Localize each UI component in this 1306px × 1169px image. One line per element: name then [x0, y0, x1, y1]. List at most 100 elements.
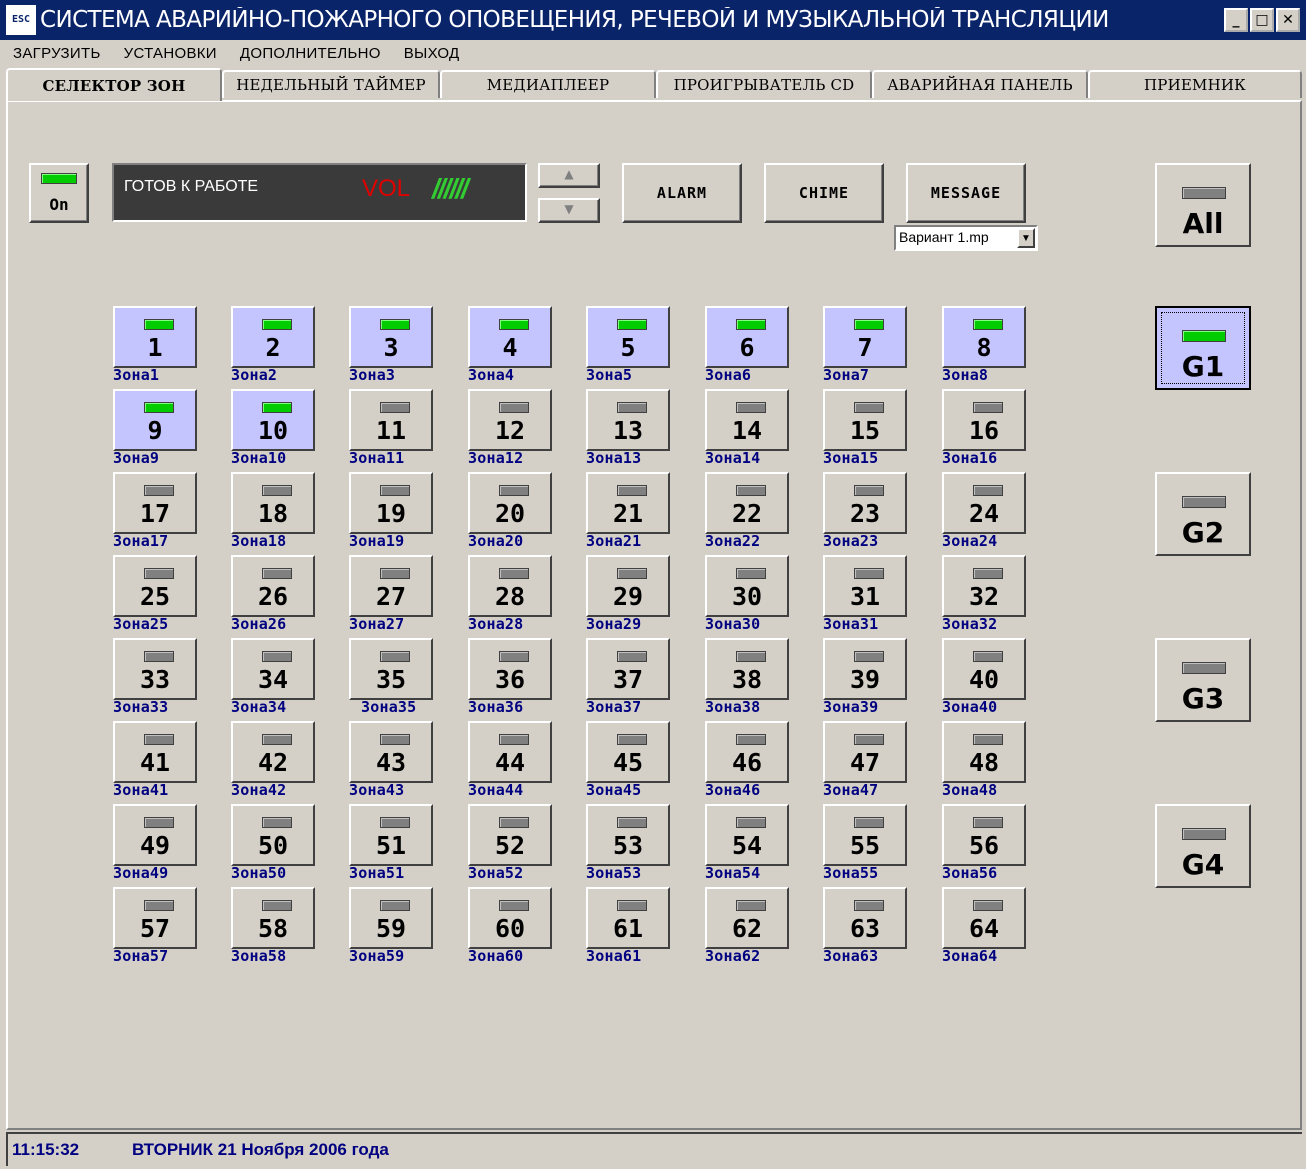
- tab-emergency-panel[interactable]: АВАРИЙНАЯ ПАНЕЛЬ: [872, 70, 1088, 98]
- zone-button[interactable]: 15: [823, 389, 907, 451]
- title-bar[interactable]: ESC СИСТЕМА АВАРИЙНО-ПОЖАРНОГО ОПОВЕЩЕНИ…: [0, 0, 1306, 40]
- zone-button[interactable]: 50: [231, 804, 315, 866]
- zone-button[interactable]: 49: [113, 804, 197, 866]
- message-file-select[interactable]: Вариант 1.mp ▼: [894, 225, 1038, 251]
- zone-button[interactable]: 3: [349, 306, 433, 368]
- zone-button[interactable]: 47: [823, 721, 907, 783]
- menu-extra[interactable]: ДОПОЛНИТЕЛЬНО: [227, 45, 391, 62]
- zone-button[interactable]: 33: [113, 638, 197, 700]
- zone-button[interactable]: 17: [113, 472, 197, 534]
- volume-down-button[interactable]: ▼: [538, 198, 600, 223]
- zone-label: Зона6: [705, 366, 752, 384]
- zone-button[interactable]: 22: [705, 472, 789, 534]
- zone-button[interactable]: 58: [231, 887, 315, 949]
- zone-label: Зона59: [349, 947, 405, 965]
- menu-settings[interactable]: УСТАНОВКИ: [111, 45, 227, 62]
- zone-button[interactable]: 41: [113, 721, 197, 783]
- zone-button[interactable]: 7: [823, 306, 907, 368]
- zone-button[interactable]: 30: [705, 555, 789, 617]
- zone-button[interactable]: 8: [942, 306, 1026, 368]
- zone-button[interactable]: 31: [823, 555, 907, 617]
- zone-button[interactable]: 5: [586, 306, 670, 368]
- zone-button[interactable]: 32: [942, 555, 1026, 617]
- zone-button[interactable]: 28: [468, 555, 552, 617]
- zone-button[interactable]: 25: [113, 555, 197, 617]
- zone-button[interactable]: 51: [349, 804, 433, 866]
- zone-button[interactable]: 42: [231, 721, 315, 783]
- zone-button[interactable]: 19: [349, 472, 433, 534]
- zone-led: [262, 651, 292, 662]
- zone-button[interactable]: 4: [468, 306, 552, 368]
- chime-button[interactable]: CHIME: [764, 163, 884, 223]
- zone-button[interactable]: 2: [231, 306, 315, 368]
- zone-button[interactable]: 39: [823, 638, 907, 700]
- close-button[interactable]: ✕: [1276, 8, 1300, 32]
- zone-button[interactable]: 26: [231, 555, 315, 617]
- zone-button[interactable]: 52: [468, 804, 552, 866]
- zone-button[interactable]: 9: [113, 389, 197, 451]
- zone-button[interactable]: 54: [705, 804, 789, 866]
- zone-button[interactable]: 24: [942, 472, 1026, 534]
- zone-button[interactable]: 10: [231, 389, 315, 451]
- menu-exit[interactable]: ВЫХОД: [391, 45, 470, 62]
- zone-number: 19: [375, 499, 407, 528]
- zone-button[interactable]: 27: [349, 555, 433, 617]
- zone-button[interactable]: 57: [113, 887, 197, 949]
- zone-button[interactable]: 34: [231, 638, 315, 700]
- zone-button[interactable]: 21: [586, 472, 670, 534]
- zone-number: 37: [612, 665, 644, 694]
- menu-load[interactable]: ЗАГРУЗИТЬ: [0, 45, 111, 62]
- zone-button[interactable]: 11: [349, 389, 433, 451]
- group-button-g1[interactable]: G1: [1155, 306, 1251, 390]
- tab-zone-selector[interactable]: СЕЛЕКТОР ЗОН: [6, 68, 222, 101]
- chevron-down-icon[interactable]: ▼: [1017, 228, 1035, 248]
- zone-button[interactable]: 63: [823, 887, 907, 949]
- group-button-g2[interactable]: G2: [1155, 472, 1251, 556]
- zone-button[interactable]: 60: [468, 887, 552, 949]
- zone-button[interactable]: 23: [823, 472, 907, 534]
- tab-receiver[interactable]: ПРИЕМНИК: [1088, 70, 1302, 98]
- tab-cd-player[interactable]: ПРОИГРЫВАТЕЛЬ CD: [656, 70, 872, 98]
- zone-button[interactable]: 20: [468, 472, 552, 534]
- zone-button[interactable]: 35: [349, 638, 433, 700]
- group-button-all[interactable]: All: [1155, 163, 1251, 247]
- minimize-button[interactable]: _: [1224, 8, 1248, 32]
- zone-button[interactable]: 53: [586, 804, 670, 866]
- volume-up-button[interactable]: ▲: [538, 163, 600, 188]
- zone-number: 58: [257, 914, 289, 943]
- zone-button[interactable]: 37: [586, 638, 670, 700]
- zone-button[interactable]: 6: [705, 306, 789, 368]
- group-button-g3[interactable]: G3: [1155, 638, 1251, 722]
- zone-button[interactable]: 38: [705, 638, 789, 700]
- zone-button[interactable]: 46: [705, 721, 789, 783]
- alarm-button[interactable]: ALARM: [622, 163, 742, 223]
- tab-media-player[interactable]: МЕДИАПЛЕЕР: [440, 70, 656, 98]
- power-button[interactable]: On: [29, 163, 89, 223]
- zone-button[interactable]: 13: [586, 389, 670, 451]
- zone-button[interactable]: 43: [349, 721, 433, 783]
- zone-button[interactable]: 48: [942, 721, 1026, 783]
- tab-weekly-timer[interactable]: НЕДЕЛЬНЫЙ ТАЙМЕР: [222, 70, 440, 98]
- zone-button[interactable]: 44: [468, 721, 552, 783]
- zone-label: Зона55: [823, 864, 879, 882]
- zone-label: Зона13: [586, 449, 642, 467]
- zone-button[interactable]: 14: [705, 389, 789, 451]
- zone-button[interactable]: 36: [468, 638, 552, 700]
- zone-button[interactable]: 16: [942, 389, 1026, 451]
- zone-button[interactable]: 40: [942, 638, 1026, 700]
- zone-button[interactable]: 56: [942, 804, 1026, 866]
- zone-button[interactable]: 61: [586, 887, 670, 949]
- zone-button[interactable]: 59: [349, 887, 433, 949]
- group-button-g4[interactable]: G4: [1155, 804, 1251, 888]
- zone-number: 16: [968, 416, 1000, 445]
- zone-button[interactable]: 1: [113, 306, 197, 368]
- zone-button[interactable]: 18: [231, 472, 315, 534]
- zone-button[interactable]: 62: [705, 887, 789, 949]
- message-button[interactable]: MESSAGE: [906, 163, 1026, 223]
- zone-button[interactable]: 12: [468, 389, 552, 451]
- zone-button[interactable]: 55: [823, 804, 907, 866]
- zone-button[interactable]: 45: [586, 721, 670, 783]
- maximize-button[interactable]: □: [1250, 8, 1274, 32]
- zone-button[interactable]: 64: [942, 887, 1026, 949]
- zone-button[interactable]: 29: [586, 555, 670, 617]
